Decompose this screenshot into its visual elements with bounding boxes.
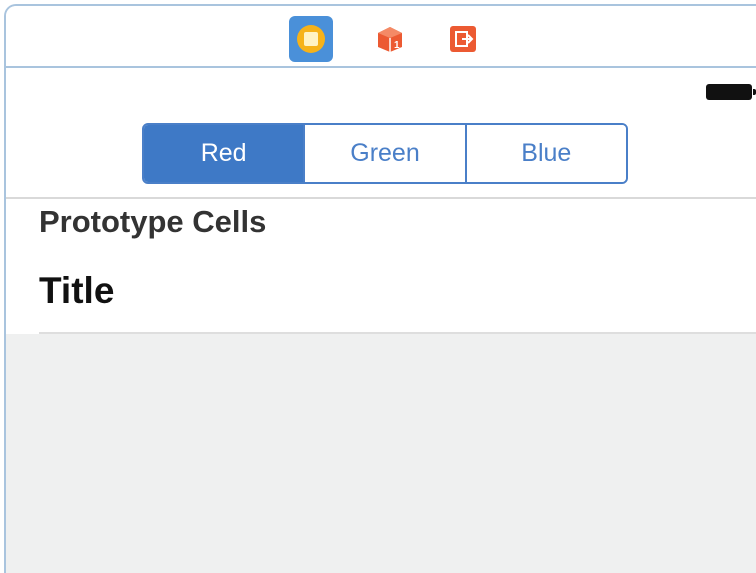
table-empty-area [6, 334, 756, 573]
prototype-cells-header: Prototype Cells [39, 204, 267, 239]
segment-red[interactable]: Red [144, 125, 306, 182]
view-controller-button[interactable] [289, 16, 333, 62]
navigation-bar: Red Green Blue [6, 68, 756, 199]
table-cell[interactable]: Title [6, 248, 756, 334]
svg-text:1: 1 [394, 40, 400, 51]
exit-button[interactable] [441, 16, 485, 62]
scene-frame: 1 Red Green Blue Prototype Cells Title [4, 4, 756, 573]
first-responder-button[interactable]: 1 [368, 16, 412, 62]
cell-title: Title [39, 270, 115, 311]
scene-dock: 1 [6, 6, 756, 68]
storyboard-scene: 1 Red Green Blue Prototype Cells Title [0, 0, 756, 573]
battery-icon [706, 84, 756, 100]
segmented-control[interactable]: Red Green Blue [142, 123, 628, 184]
view-controller-icon [297, 25, 325, 53]
segment-green[interactable]: Green [305, 125, 467, 182]
first-responder-icon: 1 [378, 27, 402, 52]
view-canvas: Red Green Blue Prototype Cells Title [6, 68, 756, 573]
exit-icon [450, 26, 476, 52]
segment-blue[interactable]: Blue [466, 125, 626, 182]
